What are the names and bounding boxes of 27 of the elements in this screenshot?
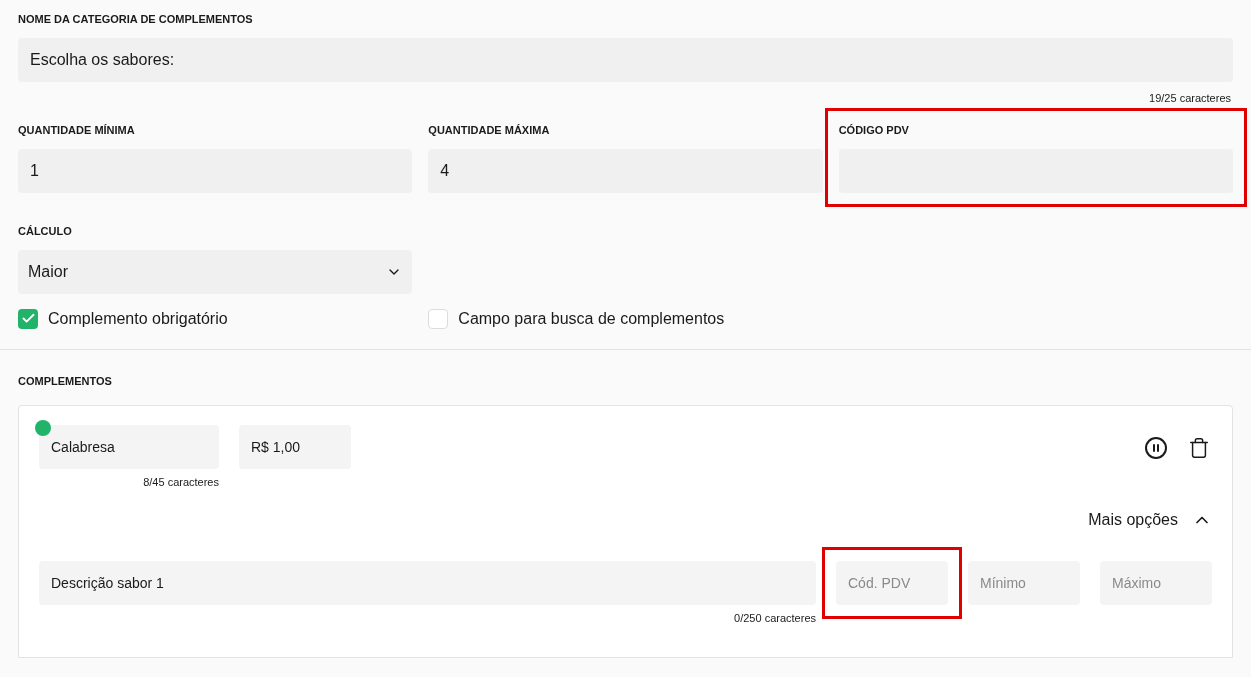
input-field[interactable]: Calabresa bbox=[39, 424, 219, 469]
section-title: COMPLEMENTOS bbox=[18, 373, 113, 387]
price-field[interactable]: R$ 1,00 bbox=[239, 424, 351, 469]
checkbox[interactable] bbox=[18, 308, 38, 329]
input-field[interactable]: Escolha os sabores: bbox=[18, 38, 1233, 82]
description-field[interactable]: Descrição sabor 1 bbox=[39, 561, 816, 605]
field-label: NOME DA CATEGORIA DE COMPLEMENTOS bbox=[18, 12, 254, 25]
more-options-toggle[interactable]: Mais opções bbox=[1088, 508, 1212, 532]
check-icon bbox=[20, 311, 36, 326]
input-field[interactable]: Máximo bbox=[1100, 561, 1212, 605]
select-dropdown[interactable]: Maior bbox=[18, 249, 413, 294]
input-field[interactable]: Cód. PDV bbox=[836, 561, 948, 605]
field-label: CÁLCULO bbox=[18, 223, 73, 237]
checkbox-label: Complemento obrigatório bbox=[48, 308, 228, 329]
character-counter: 8/45 caracteres bbox=[143, 474, 219, 490]
pause-icon[interactable] bbox=[1144, 435, 1168, 460]
field-label: QUANTIDADE MÁXIMA bbox=[428, 122, 551, 136]
checkbox-label: Campo para busca de complementos bbox=[458, 308, 725, 329]
checkbox[interactable] bbox=[428, 308, 449, 329]
character-counter: 19/25 caracteres bbox=[1149, 91, 1232, 106]
character-counter: 0/250 caracteres bbox=[734, 611, 816, 626]
field-label: QUANTIDADE MÍNIMA bbox=[18, 122, 136, 136]
input-field[interactable]: 1 bbox=[18, 148, 413, 193]
input-field[interactable]: Mínimo bbox=[968, 561, 1080, 605]
field-label: CÓDIGO PDV bbox=[838, 122, 910, 136]
trash-icon[interactable] bbox=[1188, 436, 1210, 459]
input-field[interactable]: 4 bbox=[428, 148, 823, 193]
